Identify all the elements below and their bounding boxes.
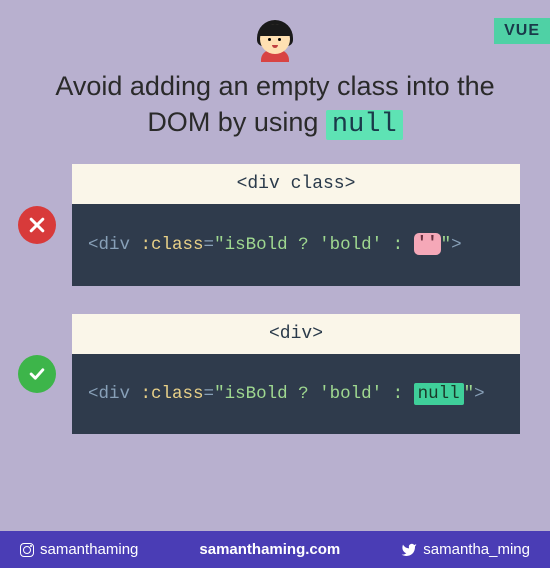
- author-avatar: [255, 18, 295, 58]
- good-example: <div> <div :class="isBold ? 'bold' : nul…: [72, 314, 520, 434]
- empty-string-badge: '': [414, 233, 441, 255]
- good-code-block: <div :class="isBold ? 'bold' : null">: [72, 354, 520, 434]
- tip-title: Avoid adding an empty class into the DOM…: [40, 68, 510, 144]
- check-icon: [18, 355, 56, 393]
- bad-example: <div class> <div :class="isBold ? 'bold'…: [72, 164, 520, 286]
- null-badge: null: [414, 383, 464, 405]
- bad-code-block: <div :class="isBold ? 'bold' : ''">: [72, 204, 520, 286]
- cross-icon: [18, 206, 56, 244]
- title-highlight-null: null: [326, 110, 403, 140]
- good-output-label: <div>: [72, 314, 520, 354]
- framework-badge: VUE: [494, 18, 550, 44]
- title-text: Avoid adding an empty class into the DOM…: [55, 71, 494, 137]
- bad-output-label: <div class>: [72, 164, 520, 204]
